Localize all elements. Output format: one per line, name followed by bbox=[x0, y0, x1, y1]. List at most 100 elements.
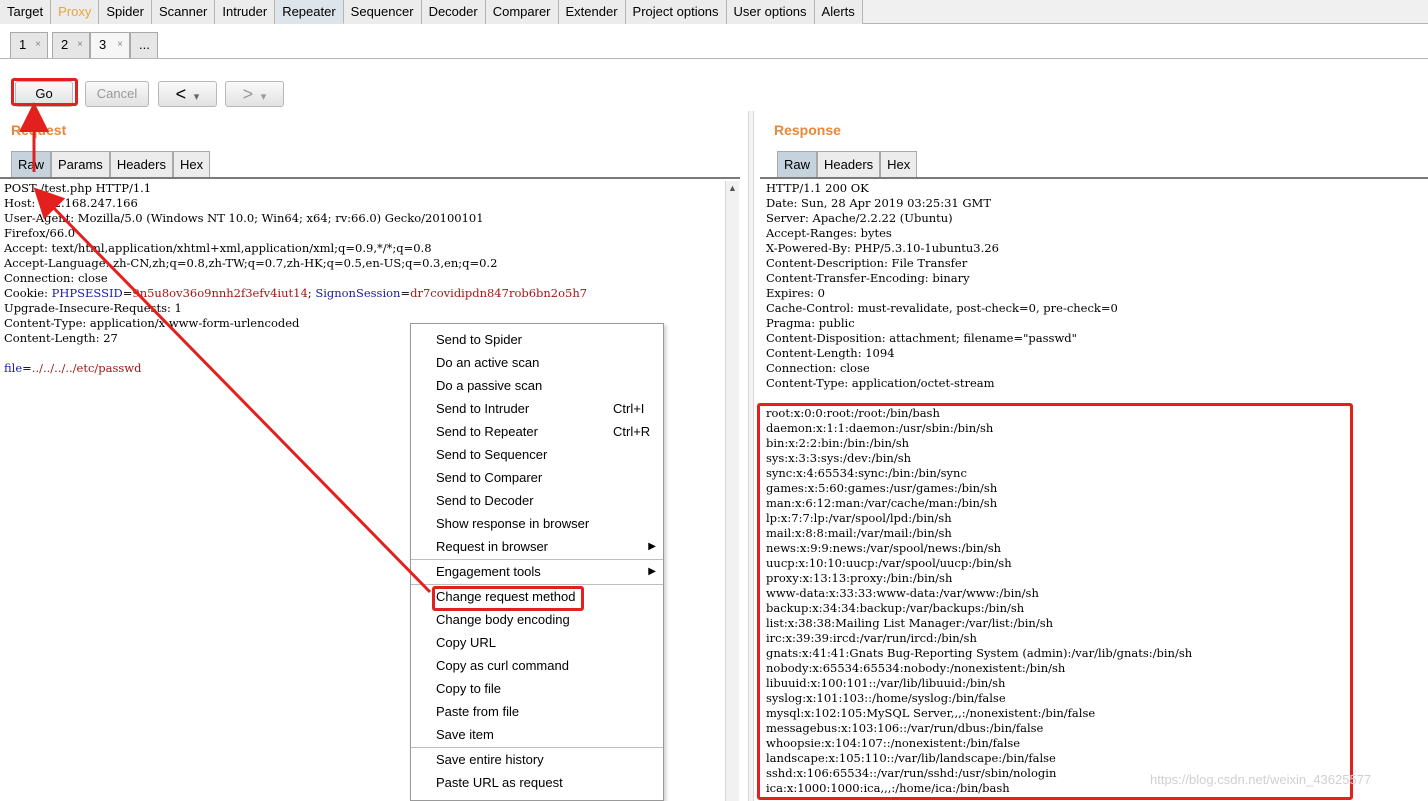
response-view-tabs: Raw Headers Hex bbox=[777, 151, 918, 177]
top-tab-spider[interactable]: Spider bbox=[99, 0, 152, 24]
menu-item-copy-as-curl-command[interactable]: Copy as curl command bbox=[411, 654, 663, 677]
menu-item-label: Send to Repeater bbox=[436, 424, 538, 439]
request-tab-params[interactable]: Params bbox=[51, 151, 110, 177]
response-tab-raw[interactable]: Raw bbox=[777, 151, 818, 177]
top-tab-alerts[interactable]: Alerts bbox=[814, 0, 863, 24]
menu-item-label: Engagement tools bbox=[436, 564, 541, 579]
menu-item-do-a-passive-scan[interactable]: Do a passive scan bbox=[411, 374, 663, 397]
editor-line: Content-Description: File Transfer bbox=[766, 256, 968, 270]
back-button[interactable]: < ▾ bbox=[158, 81, 217, 107]
repeater-tab-new[interactable]: ... bbox=[130, 32, 158, 58]
request-tab-hex[interactable]: Hex bbox=[172, 151, 211, 177]
cookie-prefix: Cookie: bbox=[4, 286, 52, 300]
menu-item-engagement-tools[interactable]: Engagement tools ▶ bbox=[411, 560, 663, 583]
menu-item-label: Save entire history bbox=[436, 752, 544, 767]
request-view-tabs: Raw Params Headers Hex bbox=[11, 151, 211, 177]
menu-item-save-item[interactable]: Save item bbox=[411, 723, 663, 746]
repeater-tab-label: 2 bbox=[61, 37, 69, 52]
editor-line: Firefox/66.0 bbox=[4, 226, 76, 240]
menu-item-add-to-site-map[interactable]: Add to site map bbox=[411, 794, 663, 800]
editor-line: Server: Apache/2.2.22 (Ubuntu) bbox=[766, 211, 953, 225]
editor-line: Upgrade-Insecure-Requests: 1 bbox=[4, 301, 182, 315]
menu-item-paste-url-as-request[interactable]: Paste URL as request bbox=[411, 771, 663, 794]
menu-item-label: Send to Sequencer bbox=[436, 447, 548, 462]
cookie-line: Cookie: PHPSESSID=9n5u8ov36o9nnh2f3efv4i… bbox=[4, 286, 724, 301]
menu-item-save-entire-history[interactable]: Save entire history bbox=[411, 748, 663, 771]
top-tab-proxy[interactable]: Proxy bbox=[51, 0, 100, 24]
top-tab-repeater[interactable]: Repeater bbox=[275, 0, 344, 24]
cookie-name: SignonSession bbox=[315, 286, 401, 300]
editor-line: Content-Length: 1094 bbox=[766, 346, 895, 360]
menu-item-send-to-decoder[interactable]: Send to Decoder bbox=[411, 489, 663, 512]
menu-item-label: Paste from file bbox=[436, 704, 520, 719]
repeater-tab-1[interactable]: 1 × bbox=[10, 32, 48, 58]
editor-line: Pragma: public bbox=[766, 316, 855, 330]
menu-item-change-body-encoding[interactable]: Change body encoding bbox=[411, 608, 663, 631]
forward-arrow-icon: > bbox=[242, 84, 254, 104]
repeater-tab-label: ... bbox=[139, 37, 150, 52]
response-tabs-underline bbox=[760, 177, 1428, 179]
menu-item-request-in-browser[interactable]: Request in browser ▶ bbox=[411, 535, 663, 558]
top-tab-comparer[interactable]: Comparer bbox=[485, 0, 559, 24]
menu-item-send-to-repeater[interactable]: Send to Repeater Ctrl+R bbox=[411, 420, 663, 443]
request-tab-raw[interactable]: Raw bbox=[11, 151, 52, 177]
top-tab-extender[interactable]: Extender bbox=[558, 0, 626, 24]
back-arrow-icon: < bbox=[175, 84, 187, 104]
editor-line: Host: 192.168.247.166 bbox=[4, 196, 138, 210]
repeater-tab-3[interactable]: 3 × bbox=[90, 32, 130, 58]
request-tabs-underline bbox=[0, 177, 740, 179]
response-tab-headers[interactable]: Headers bbox=[817, 151, 881, 177]
editor-line: X-Powered-By: PHP/5.3.10-1ubuntu3.26 bbox=[766, 241, 999, 255]
submenu-arrow-icon: ▶ bbox=[648, 541, 656, 552]
cancel-button[interactable]: Cancel bbox=[85, 81, 149, 107]
editor-line: User-Agent: Mozilla/5.0 (Windows NT 10.0… bbox=[4, 211, 484, 225]
response-tab-hex[interactable]: Hex bbox=[880, 151, 918, 177]
editor-line: HTTP/1.1 200 OK bbox=[766, 181, 869, 195]
pane-splitter[interactable] bbox=[748, 111, 754, 801]
cookie-equals: = bbox=[400, 286, 411, 300]
menu-item-copy-url[interactable]: Copy URL bbox=[411, 631, 663, 654]
forward-button[interactable]: > ▾ bbox=[225, 81, 284, 107]
cookie-value: 9n5u8ov36o9nnh2f3efv4iut14 bbox=[132, 286, 308, 300]
watermark: https://blog.csdn.net/weixin_43625577 bbox=[1150, 772, 1372, 787]
menu-item-send-to-spider[interactable]: Send to Spider bbox=[411, 328, 663, 351]
body-param-name: file bbox=[4, 361, 23, 375]
top-tab-target[interactable]: Target bbox=[0, 0, 52, 24]
go-button-highlight bbox=[11, 78, 78, 106]
menu-item-label: Send to Intruder bbox=[436, 401, 530, 416]
top-tab-decoder[interactable]: Decoder bbox=[421, 0, 486, 24]
scroll-up-icon[interactable]: ▲ bbox=[726, 183, 739, 193]
response-title: Response bbox=[774, 122, 841, 138]
top-tab-project-options[interactable]: Project options bbox=[625, 0, 727, 24]
menu-item-show-response-in-browser[interactable]: Show response in browser bbox=[411, 512, 663, 535]
editor-line: Connection: close bbox=[766, 361, 870, 375]
menu-item-label: Copy URL bbox=[436, 635, 496, 650]
menu-item-send-to-sequencer[interactable]: Send to Sequencer bbox=[411, 443, 663, 466]
menu-item-send-to-comparer[interactable]: Send to Comparer bbox=[411, 466, 663, 489]
menu-item-label: Change body encoding bbox=[436, 612, 570, 627]
tab-close-icon[interactable]: × bbox=[117, 33, 123, 57]
forward-dropdown-icon: ▾ bbox=[260, 91, 267, 103]
request-scrollbar[interactable]: ▲ bbox=[725, 181, 739, 801]
menu-item-label: Do a passive scan bbox=[436, 378, 543, 393]
request-tab-headers[interactable]: Headers bbox=[109, 151, 173, 177]
top-tab-user-options[interactable]: User options bbox=[726, 0, 815, 24]
submenu-arrow-icon: ▶ bbox=[648, 566, 656, 577]
top-tab-intruder[interactable]: Intruder bbox=[215, 0, 276, 24]
editor-line: Cache-Control: must-revalidate, post-che… bbox=[766, 301, 1118, 315]
top-tab-sequencer[interactable]: Sequencer bbox=[343, 0, 422, 24]
menu-item-paste-from-file[interactable]: Paste from file bbox=[411, 700, 663, 723]
menu-item-send-to-intruder[interactable]: Send to Intruder Ctrl+I bbox=[411, 397, 663, 420]
editor-line: Date: Sun, 28 Apr 2019 03:25:31 GMT bbox=[766, 196, 992, 210]
menu-item-copy-to-file[interactable]: Copy to file bbox=[411, 677, 663, 700]
tab-close-icon[interactable]: × bbox=[77, 33, 83, 57]
context-menu: Send to Spider Do an active scan Do a pass… bbox=[410, 323, 664, 801]
tab-close-icon[interactable]: × bbox=[35, 33, 41, 57]
editor-line: POST /test.php HTTP/1.1 bbox=[4, 181, 152, 195]
editor-line: Content-Disposition: attachment; filenam… bbox=[766, 331, 1077, 345]
repeater-tab-2[interactable]: 2 × bbox=[52, 32, 90, 58]
menu-item-label: Copy to file bbox=[436, 681, 502, 696]
top-tab-scanner[interactable]: Scanner bbox=[151, 0, 216, 24]
editor-line: Content-Type: application/octet-stream bbox=[766, 376, 995, 390]
menu-item-do-an-active-scan[interactable]: Do an active scan bbox=[411, 351, 663, 374]
